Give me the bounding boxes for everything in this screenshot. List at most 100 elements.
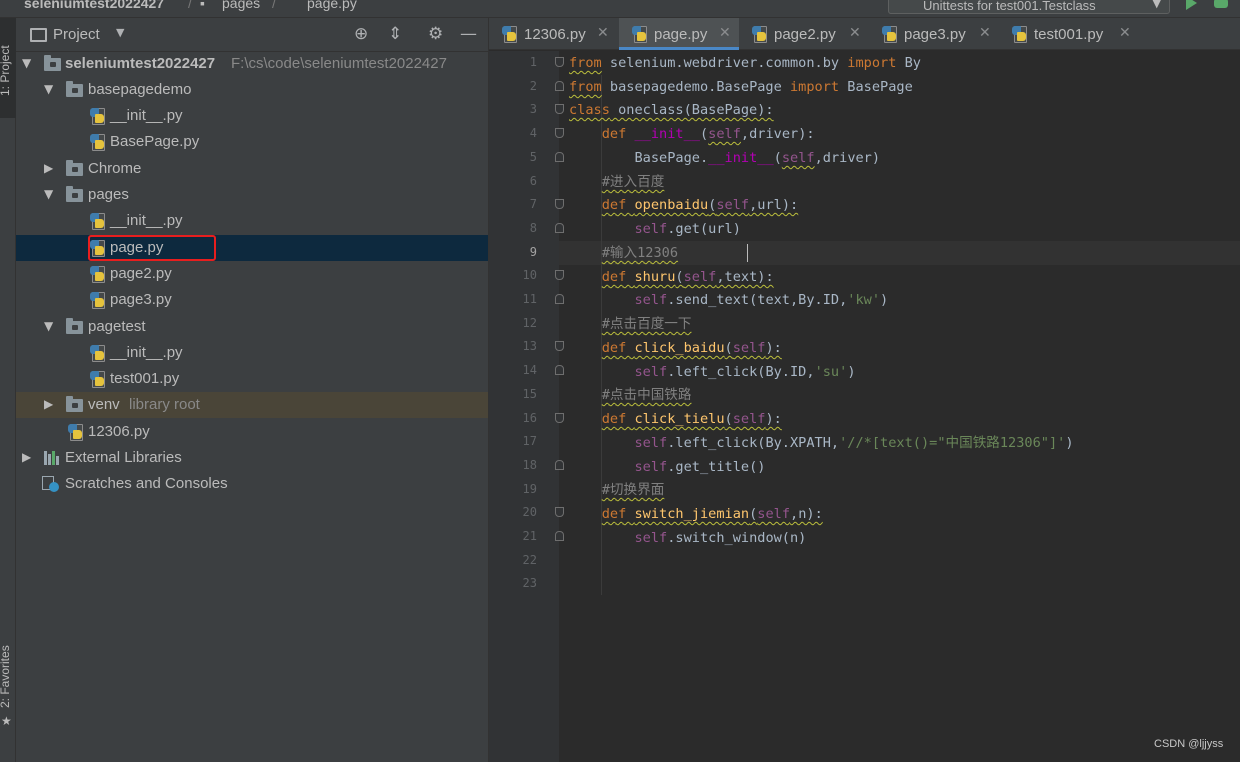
line-number[interactable]: 20: [489, 505, 537, 519]
line-number[interactable]: 16: [489, 411, 537, 425]
breadcrumb-file[interactable]: page.py: [307, 0, 357, 11]
project-panel-title[interactable]: Project: [53, 26, 100, 43]
tree-item-label: pages: [88, 186, 129, 203]
line-number[interactable]: 10: [489, 268, 537, 282]
chevron-right-icon[interactable]: ▶: [44, 161, 53, 175]
run-configuration-select[interactable]: Unittests for test001.Testclass ▼: [888, 0, 1170, 14]
line-number[interactable]: 9: [489, 245, 537, 259]
chevron-down-icon[interactable]: ▼: [44, 82, 53, 96]
line-number[interactable]: 12: [489, 316, 537, 330]
run-icon[interactable]: [1186, 0, 1197, 10]
favorites-tool-label[interactable]: 2: Favorites: [0, 645, 12, 708]
tree-item-label: Chrome: [88, 160, 142, 177]
line-number[interactable]: 7: [489, 197, 537, 211]
line-number[interactable]: 19: [489, 482, 537, 496]
tree-item-scratches[interactable]: Scratches and Consoles: [16, 471, 488, 497]
line-number[interactable]: 13: [489, 339, 537, 353]
tree-item-file[interactable]: __init__.py: [16, 340, 488, 366]
tab-page[interactable]: page.py ✕: [619, 18, 739, 50]
code-line: def click_baidu(self):: [601, 340, 782, 356]
tab-page2[interactable]: page2.py ✕: [739, 18, 869, 50]
code-line-comment: #输入12306: [601, 245, 679, 261]
tab-12306[interactable]: 12306.py ✕: [489, 18, 619, 50]
chevron-right-icon[interactable]: ▶: [22, 450, 31, 464]
line-number[interactable]: 17: [489, 434, 537, 448]
collapse-all-icon[interactable]: ⇕: [388, 24, 402, 44]
gear-icon[interactable]: ⚙: [428, 24, 443, 44]
tree-item-file[interactable]: __init__.py: [16, 208, 488, 234]
line-number[interactable]: 14: [489, 363, 537, 377]
folder-icon: [66, 81, 83, 97]
crosshair-icon[interactable]: ⊕: [354, 24, 368, 44]
close-icon[interactable]: ✕: [849, 25, 861, 41]
line-number[interactable]: 23: [489, 576, 537, 590]
breadcrumb-folder[interactable]: pages: [222, 0, 260, 11]
chevron-right-icon[interactable]: ▶: [44, 397, 53, 411]
tab-page3[interactable]: page3.py ✕: [869, 18, 999, 50]
tree-item-file[interactable]: page2.py: [16, 261, 488, 287]
chevron-down-icon[interactable]: ▼: [44, 319, 53, 333]
chevron-down-icon[interactable]: ▼: [44, 187, 53, 201]
python-file-icon: [90, 292, 106, 309]
line-number[interactable]: 21: [489, 529, 537, 543]
line-number-gutter[interactable]: 1 2 3 4 5 6 7 8 9 10 11 12 13 14 15 16 17 18 19 20 21 22 23: [489, 51, 564, 762]
watermark: CSDN @ljjyss: [1154, 738, 1224, 750]
tree-item-path: F:\cs\code\seleniumtest2022427: [231, 55, 447, 72]
project-window-icon: [30, 28, 47, 42]
tree-item-chrome[interactable]: ▶ Chrome: [16, 156, 488, 182]
tree-item-file-selected[interactable]: page.py: [16, 235, 488, 261]
tree-item-file[interactable]: test001.py: [16, 366, 488, 392]
close-icon[interactable]: ✕: [979, 25, 991, 41]
debug-icon[interactable]: [1214, 0, 1228, 8]
minimize-icon[interactable]: —: [460, 24, 477, 44]
tab-test001[interactable]: test001.py ✕: [999, 18, 1139, 50]
tree-item-file[interactable]: BasePage.py: [16, 129, 488, 155]
code-line: class oneclass(BasePage):: [569, 102, 774, 118]
code-line: from selenium.webdriver.common.by import…: [569, 55, 921, 71]
tree-item-label: venv: [88, 396, 120, 413]
line-number[interactable]: 2: [489, 79, 537, 93]
code-line: def __init__(self,driver):: [601, 126, 815, 142]
line-number[interactable]: 1: [489, 55, 537, 69]
close-icon[interactable]: ✕: [597, 25, 609, 41]
close-icon[interactable]: ✕: [1119, 25, 1131, 41]
tree-item-label: basepagedemo: [88, 81, 192, 98]
line-number[interactable]: 6: [489, 174, 537, 188]
tab-label: page2.py: [774, 26, 836, 43]
tree-item-file[interactable]: page3.py: [16, 287, 488, 313]
tree-item-pagetest[interactable]: ▼ pagetest: [16, 314, 488, 340]
tree-item-pages[interactable]: ▼ pages: [16, 182, 488, 208]
folder-icon: [66, 318, 83, 334]
tree-item-label: pagetest: [88, 318, 146, 335]
project-tool-button[interactable]: 1: Project: [0, 18, 16, 118]
python-file-icon: [502, 26, 518, 43]
line-number[interactable]: 15: [489, 387, 537, 401]
tree-item-label: page2.py: [110, 265, 172, 282]
code-line: def shuru(self,text):: [601, 269, 774, 285]
tree-item-basepagedemo[interactable]: ▼ basepagedemo: [16, 77, 488, 103]
code-line-comment: #点击百度一下: [601, 316, 692, 332]
breadcrumb-separator: /: [272, 0, 276, 11]
project-tool-label: 1: Project: [0, 45, 12, 96]
tree-item-external-libraries[interactable]: ▶ External Libraries: [16, 445, 488, 471]
line-number[interactable]: 3: [489, 102, 537, 116]
chevron-down-icon[interactable]: ▼: [116, 26, 124, 39]
tree-item-file[interactable]: 12306.py: [16, 419, 488, 445]
line-number[interactable]: 8: [489, 221, 537, 235]
line-number[interactable]: 22: [489, 553, 537, 567]
close-icon[interactable]: ✕: [719, 25, 731, 41]
tree-item-root[interactable]: ▼ seleniumtest2022427 F:\cs\code\seleniu…: [16, 51, 488, 77]
python-file-icon: [90, 266, 106, 283]
code-text-area[interactable]: from selenium.webdriver.common.by import…: [559, 51, 1240, 762]
tree-item-label: External Libraries: [65, 449, 182, 466]
line-number[interactable]: 4: [489, 126, 537, 140]
chevron-down-icon[interactable]: ▼: [22, 56, 31, 70]
tree-item-label: __init__.py: [110, 107, 183, 124]
python-file-icon: [90, 134, 106, 151]
line-number[interactable]: 11: [489, 292, 537, 306]
tree-item-file[interactable]: __init__.py: [16, 103, 488, 129]
tree-item-venv[interactable]: ▶ venv library root: [16, 392, 488, 418]
line-number[interactable]: 5: [489, 150, 537, 164]
breadcrumb-project[interactable]: seleniumtest2022427: [24, 0, 164, 11]
line-number[interactable]: 18: [489, 458, 537, 472]
